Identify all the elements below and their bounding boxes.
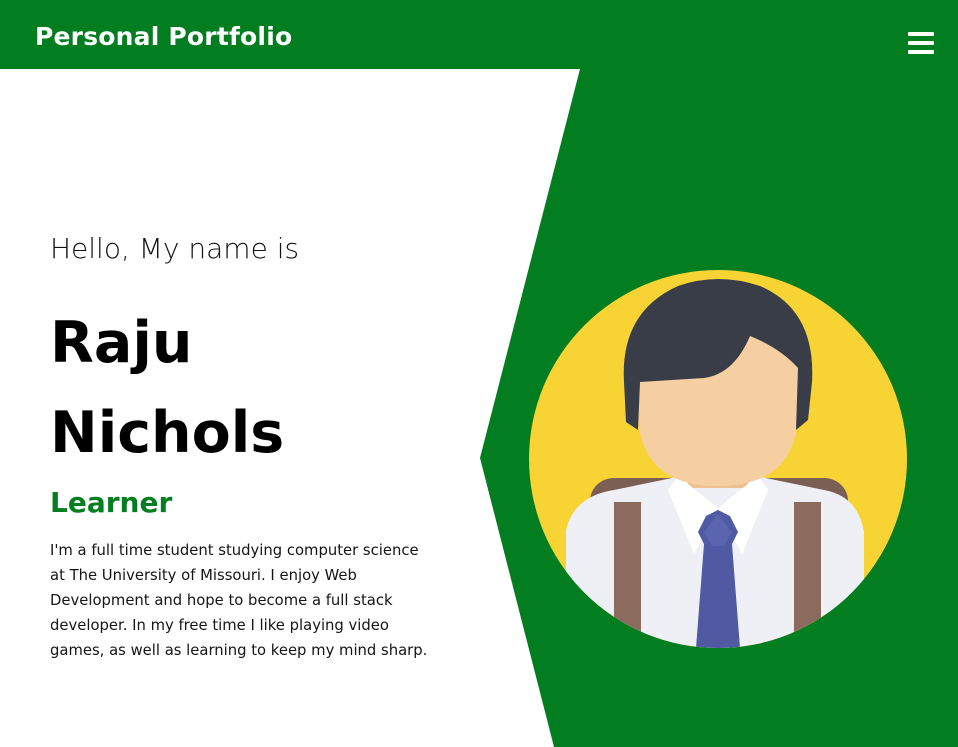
bio-paragraph: I'm a full time student studying compute… — [50, 542, 428, 659]
navbar: Personal Portfolio — [0, 0, 958, 69]
role-title: Learner — [50, 486, 173, 519]
greeting-text: Hello, My name is — [50, 232, 300, 265]
menu-bar — [908, 41, 934, 45]
person-name: Raju Nichols — [50, 298, 284, 478]
menu-bar — [908, 32, 934, 36]
last-name: Nichols — [50, 400, 285, 466]
site-brand[interactable]: Personal Portfolio — [35, 22, 292, 52]
student-avatar-illustration — [529, 270, 907, 648]
menu-bar — [908, 50, 934, 54]
first-name: Raju — [50, 310, 193, 376]
hamburger-menu-icon[interactable] — [908, 32, 934, 55]
